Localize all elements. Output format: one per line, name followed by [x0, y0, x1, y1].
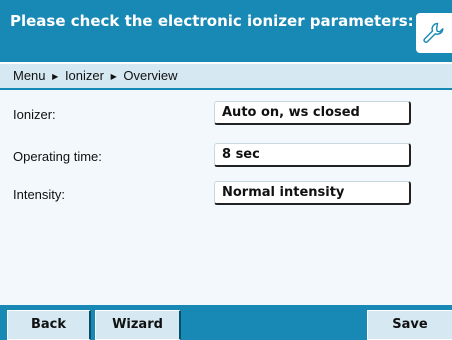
ionizer-label: Ionizer:: [13, 107, 56, 122]
operating-time-field[interactable]: 8 sec: [214, 143, 411, 167]
breadcrumb-separator-icon: ▶: [110, 72, 117, 81]
wrench-icon: [423, 22, 444, 43]
breadcrumb-separator-icon: ▶: [52, 72, 59, 81]
title-bar: Please check the electronic ionizer para…: [0, 0, 452, 62]
settings-button[interactable]: [416, 13, 452, 53]
breadcrumb-item-menu[interactable]: Menu: [13, 68, 46, 83]
intensity-field[interactable]: Normal intensity: [214, 181, 411, 205]
ionizer-overview-screen: Please check the electronic ionizer para…: [0, 0, 452, 340]
ionizer-mode-field[interactable]: Auto on, ws closed: [214, 101, 411, 125]
parameter-row-intensity: Intensity: Normal intensity: [0, 181, 452, 209]
parameter-row-ionizer: Ionizer: Auto on, ws closed: [0, 101, 452, 129]
back-button[interactable]: Back: [7, 310, 91, 340]
breadcrumb-item-overview: Overview: [123, 68, 178, 83]
wizard-button[interactable]: Wizard: [95, 310, 181, 340]
intensity-label: Intensity:: [13, 187, 66, 202]
save-button[interactable]: Save: [367, 310, 452, 340]
operating-time-label: Operating time:: [13, 149, 102, 164]
page-title: Please check the electronic ionizer para…: [10, 12, 414, 30]
breadcrumb-item-ionizer[interactable]: Ionizer: [65, 68, 104, 83]
softkey-bar: Back Wizard Save: [0, 305, 452, 340]
parameter-row-operating-time: Operating time: 8 sec: [0, 143, 452, 171]
breadcrumb: Menu ▶ Ionizer ▶ Overview: [0, 62, 452, 90]
